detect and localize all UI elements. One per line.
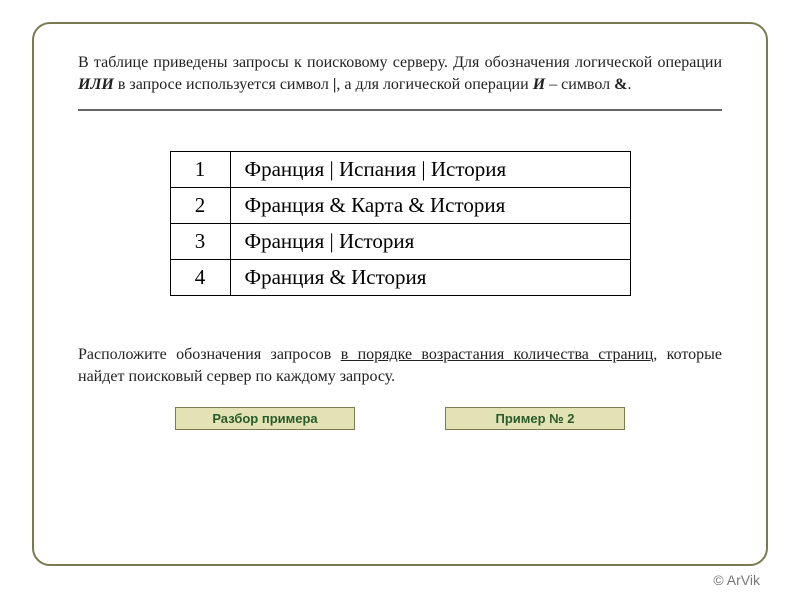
table-row: 2 Франция & Карта & История [170, 188, 630, 224]
divider [78, 109, 722, 111]
row-query: Франция & Карта & История [230, 188, 630, 224]
task-text: Расположите обозначения запросов в поряд… [78, 344, 722, 387]
row-number: 1 [170, 152, 230, 188]
row-query: Франция & История [230, 260, 630, 296]
intro-amp: & [614, 76, 627, 93]
task-part1: Расположите обозначения запросов [78, 346, 341, 363]
intro-part2: в запросе используется символ [114, 76, 333, 93]
table-row: 4 Франция & История [170, 260, 630, 296]
row-number: 2 [170, 188, 230, 224]
row-number: 4 [170, 260, 230, 296]
example-2-button[interactable]: Пример № 2 [445, 407, 625, 430]
table-row: 1 Франция | Испания | История [170, 152, 630, 188]
queries-table: 1 Франция | Испания | История 2 Франция … [170, 151, 631, 296]
buttons-row: Разбор примера Пример № 2 [78, 407, 722, 430]
intro-text: В таблице приведены запросы к поисковому… [78, 52, 722, 95]
row-number: 3 [170, 224, 230, 260]
intro-part4: – символ [545, 76, 614, 93]
analyze-example-button[interactable]: Разбор примера [175, 407, 355, 430]
intro-and-word: И [533, 76, 545, 93]
intro-or-word: ИЛИ [78, 76, 114, 93]
copyright-label: © ArVik [713, 572, 760, 588]
intro-part3: , а для логической операции [336, 76, 532, 93]
table-row: 3 Франция | История [170, 224, 630, 260]
intro-part1: В таблице приведены запросы к поисковому… [78, 54, 722, 71]
row-query: Франция | История [230, 224, 630, 260]
task-underlined: в порядке возрастания количества страниц [341, 346, 654, 363]
row-query: Франция | Испания | История [230, 152, 630, 188]
slide-card: В таблице приведены запросы к поисковому… [32, 22, 768, 566]
intro-part5: . [627, 76, 631, 93]
